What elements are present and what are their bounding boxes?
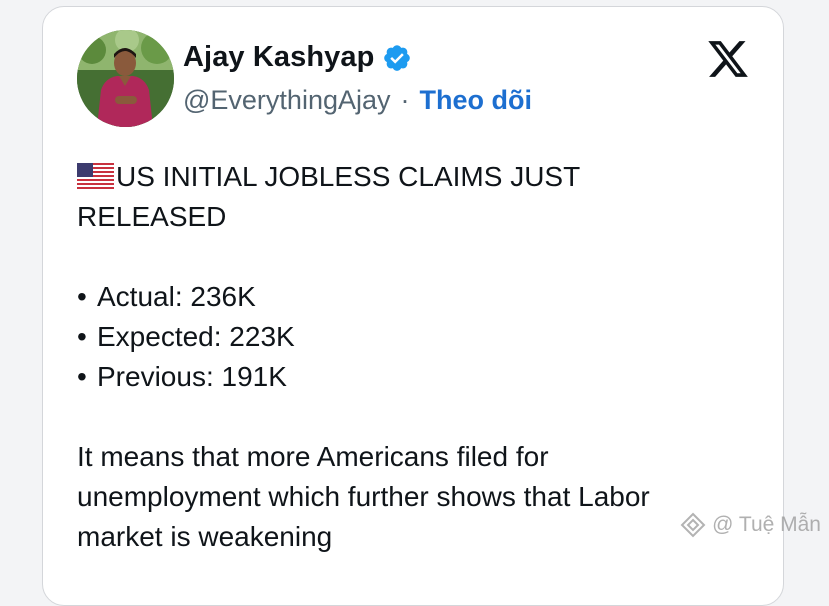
watermark-logo-icon bbox=[680, 512, 706, 538]
author-display-name[interactable]: Ajay Kashyap bbox=[183, 41, 374, 74]
paragraph-gap bbox=[77, 397, 767, 437]
x-logo-icon[interactable] bbox=[705, 37, 751, 81]
bullet-previous-text: Previous: 191K bbox=[97, 361, 287, 392]
bullet-expected: •Expected: 223K bbox=[77, 317, 767, 357]
verified-badge-icon bbox=[382, 43, 412, 73]
avatar[interactable] bbox=[77, 30, 174, 127]
headline-text-1: US INITIAL JOBLESS CLAIMS JUST bbox=[116, 161, 580, 192]
headline-line-2: RELEASED bbox=[77, 197, 767, 237]
bullet-expected-text: Expected: 223K bbox=[97, 321, 295, 352]
separator-dot: · bbox=[401, 85, 410, 116]
tweet-card[interactable]: Ajay Kashyap @EverythingAjay · Theo dõi bbox=[42, 6, 784, 606]
us-flag-icon bbox=[77, 160, 114, 186]
bullet-dot: • bbox=[77, 317, 97, 357]
bullet-previous: •Previous: 191K bbox=[77, 357, 767, 397]
author-handle[interactable]: @EverythingAjay bbox=[183, 85, 391, 116]
author-name-row[interactable]: Ajay Kashyap bbox=[183, 41, 412, 74]
tweet-text: US INITIAL JOBLESS CLAIMS JUST RELEASED … bbox=[77, 157, 767, 557]
body-line-3: market is weakening bbox=[77, 517, 767, 557]
watermark-text: @ Tuệ Mẫn bbox=[712, 513, 821, 537]
body-line-2: unemployment which further shows that La… bbox=[77, 477, 767, 517]
follow-button[interactable]: Theo dõi bbox=[420, 85, 532, 116]
bullet-actual: •Actual: 236K bbox=[77, 277, 767, 317]
body-line-1: It means that more Americans filed for bbox=[77, 437, 767, 477]
paragraph-gap bbox=[77, 237, 767, 277]
author-handle-row: @EverythingAjay · Theo dõi bbox=[183, 85, 532, 116]
watermark: @ Tuệ Mẫn bbox=[680, 512, 821, 538]
headline-line-1: US INITIAL JOBLESS CLAIMS JUST bbox=[77, 157, 767, 197]
bullet-actual-text: Actual: 236K bbox=[97, 281, 256, 312]
bullet-dot: • bbox=[77, 357, 97, 397]
bullet-dot: • bbox=[77, 277, 97, 317]
